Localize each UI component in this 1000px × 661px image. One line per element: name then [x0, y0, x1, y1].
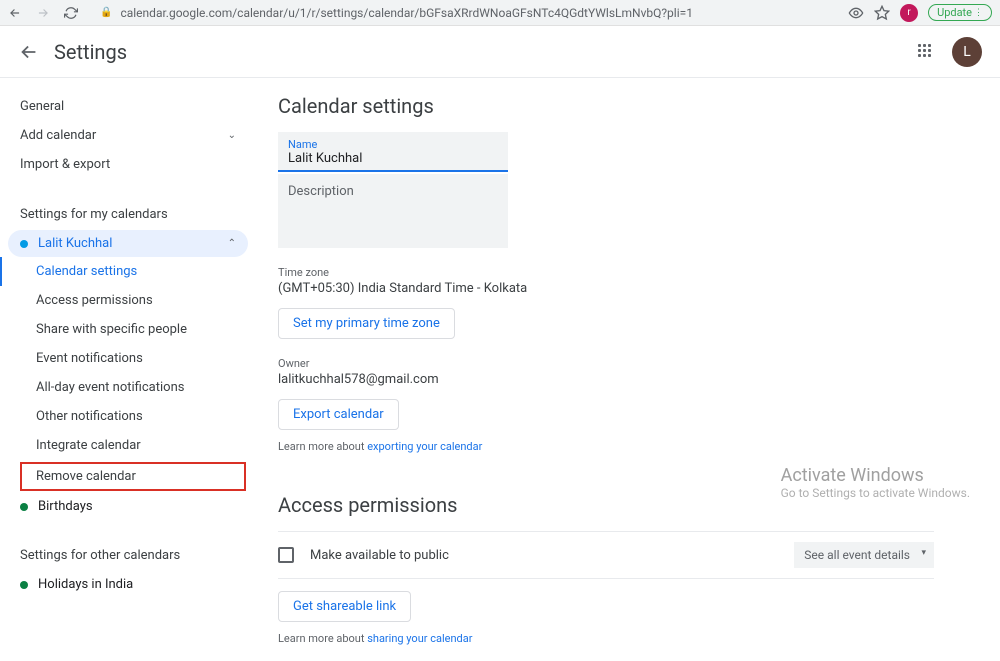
- event-details-dropdown[interactable]: See all event details: [794, 542, 934, 568]
- sidebar-calendar-holidays[interactable]: Holidays in India: [8, 571, 248, 598]
- my-calendars-heading: Settings for my calendars: [0, 199, 256, 230]
- app-header: Settings L: [0, 26, 1000, 78]
- timezone-label: Time zone: [278, 266, 934, 279]
- page-title: Settings: [54, 40, 127, 64]
- learn-share-link[interactable]: sharing your calendar: [367, 632, 472, 645]
- owner-label: Owner: [278, 357, 934, 370]
- sidebar-sub-integrate-calendar[interactable]: Integrate calendar: [2, 431, 256, 460]
- browser-profile-icon[interactable]: r: [900, 4, 918, 22]
- description-field[interactable]: Description: [278, 174, 508, 248]
- main-content: Calendar settings Name Description Time …: [256, 78, 956, 661]
- get-shareable-link-button[interactable]: Get shareable link: [278, 591, 411, 622]
- forward-icon: [36, 6, 50, 20]
- make-public-row: Make available to public See all event d…: [278, 531, 934, 579]
- owner-value: lalitkuchhal578@gmail.com: [278, 372, 934, 387]
- url-text: calendar.google.com/calendar/u/1/r/setti…: [120, 6, 693, 20]
- sidebar-sub-allday-notifications[interactable]: All-day event notifications: [2, 373, 256, 402]
- calendar-color-dot: [20, 581, 28, 589]
- export-calendar-button[interactable]: Export calendar: [278, 399, 399, 430]
- account-avatar[interactable]: L: [952, 37, 982, 67]
- sidebar-sub-remove-calendar[interactable]: Remove calendar: [20, 462, 246, 491]
- star-icon[interactable]: [874, 5, 890, 21]
- calendar-color-dot: [20, 503, 28, 511]
- apps-icon[interactable]: [918, 44, 934, 60]
- chevron-down-icon: ⌄: [228, 130, 236, 141]
- sidebar-sub-share-specific[interactable]: Share with specific people: [2, 315, 256, 344]
- calendar-color-dot: [20, 240, 28, 248]
- eye-icon[interactable]: [848, 5, 864, 21]
- sidebar-calendar-lalit[interactable]: Lalit Kuchhal ⌃: [8, 230, 248, 257]
- sidebar-sub-event-notifications[interactable]: Event notifications: [2, 344, 256, 373]
- make-public-label: Make available to public: [310, 548, 794, 563]
- name-input[interactable]: [288, 151, 498, 166]
- make-public-checkbox[interactable]: [278, 547, 294, 563]
- timezone-value: (GMT+05:30) India Standard Time - Kolkat…: [278, 281, 934, 296]
- update-button[interactable]: Update⋮: [928, 4, 992, 21]
- sidebar-item-add-calendar[interactable]: Add calendar⌄: [0, 121, 256, 150]
- description-label: Description: [288, 184, 354, 199]
- lock-icon: 🔒: [100, 7, 112, 18]
- learn-export-link[interactable]: exporting your calendar: [367, 440, 482, 453]
- sidebar-sub-other-notifications[interactable]: Other notifications: [2, 402, 256, 431]
- chevron-up-icon: ⌃: [228, 238, 236, 249]
- settings-sidebar: General Add calendar⌄ Import & export Se…: [0, 78, 256, 661]
- calendar-settings-title: Calendar settings: [278, 94, 934, 118]
- browser-toolbar: 🔒 calendar.google.com/calendar/u/1/r/set…: [0, 0, 1000, 26]
- sidebar-item-general[interactable]: General: [0, 92, 256, 121]
- back-icon[interactable]: [8, 6, 22, 20]
- reload-icon[interactable]: [64, 6, 78, 20]
- sidebar-sub-access-permissions[interactable]: Access permissions: [2, 286, 256, 315]
- sidebar-item-import-export[interactable]: Import & export: [0, 150, 256, 179]
- set-primary-timezone-button[interactable]: Set my primary time zone: [278, 308, 455, 339]
- settings-back-button[interactable]: [18, 41, 40, 63]
- learn-export-text: Learn more about exporting your calendar: [278, 440, 934, 453]
- sidebar-calendar-birthdays[interactable]: Birthdays: [8, 493, 248, 520]
- learn-share-text: Learn more about sharing your calendar: [278, 632, 934, 645]
- other-calendars-heading: Settings for other calendars: [0, 540, 256, 571]
- name-field[interactable]: Name: [278, 132, 508, 172]
- sidebar-sub-calendar-settings[interactable]: Calendar settings: [0, 257, 256, 286]
- address-bar[interactable]: 🔒 calendar.google.com/calendar/u/1/r/set…: [90, 6, 836, 20]
- name-label: Name: [288, 138, 498, 151]
- access-permissions-title: Access permissions: [278, 493, 934, 517]
